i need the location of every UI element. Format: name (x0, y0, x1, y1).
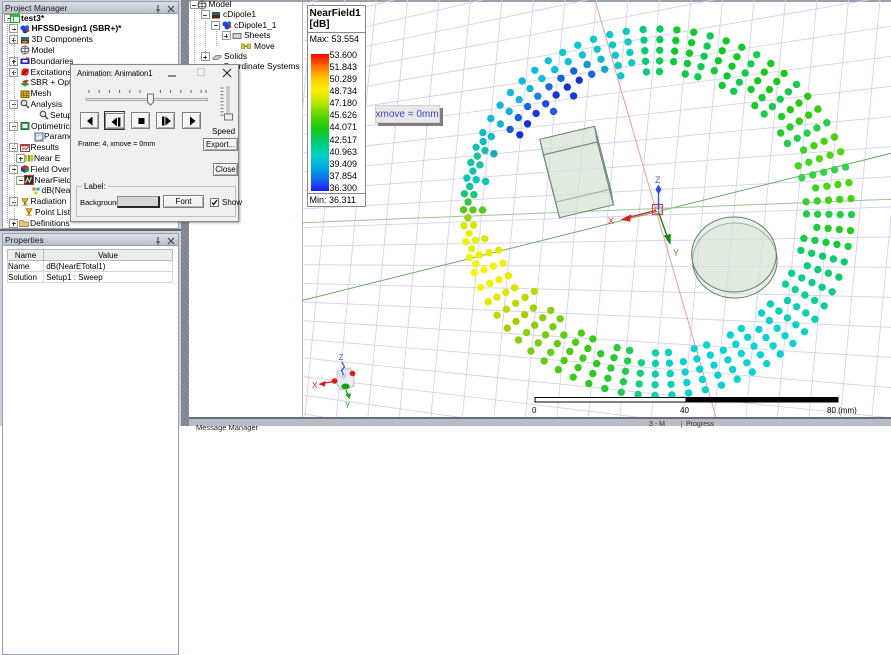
svg-text:Y: Y (673, 248, 679, 258)
svg-text:Z: Z (655, 175, 661, 185)
svg-text:X: X (312, 381, 318, 390)
svg-text:40: 40 (680, 406, 689, 415)
svg-text:X: X (608, 216, 614, 226)
svg-text:Y: Y (345, 401, 351, 410)
svg-text:0: 0 (532, 406, 537, 415)
svg-text:80 (mm): 80 (mm) (827, 406, 857, 415)
svg-text:THE: THE (36, 137, 44, 142)
svg-text:Z: Z (339, 353, 344, 362)
